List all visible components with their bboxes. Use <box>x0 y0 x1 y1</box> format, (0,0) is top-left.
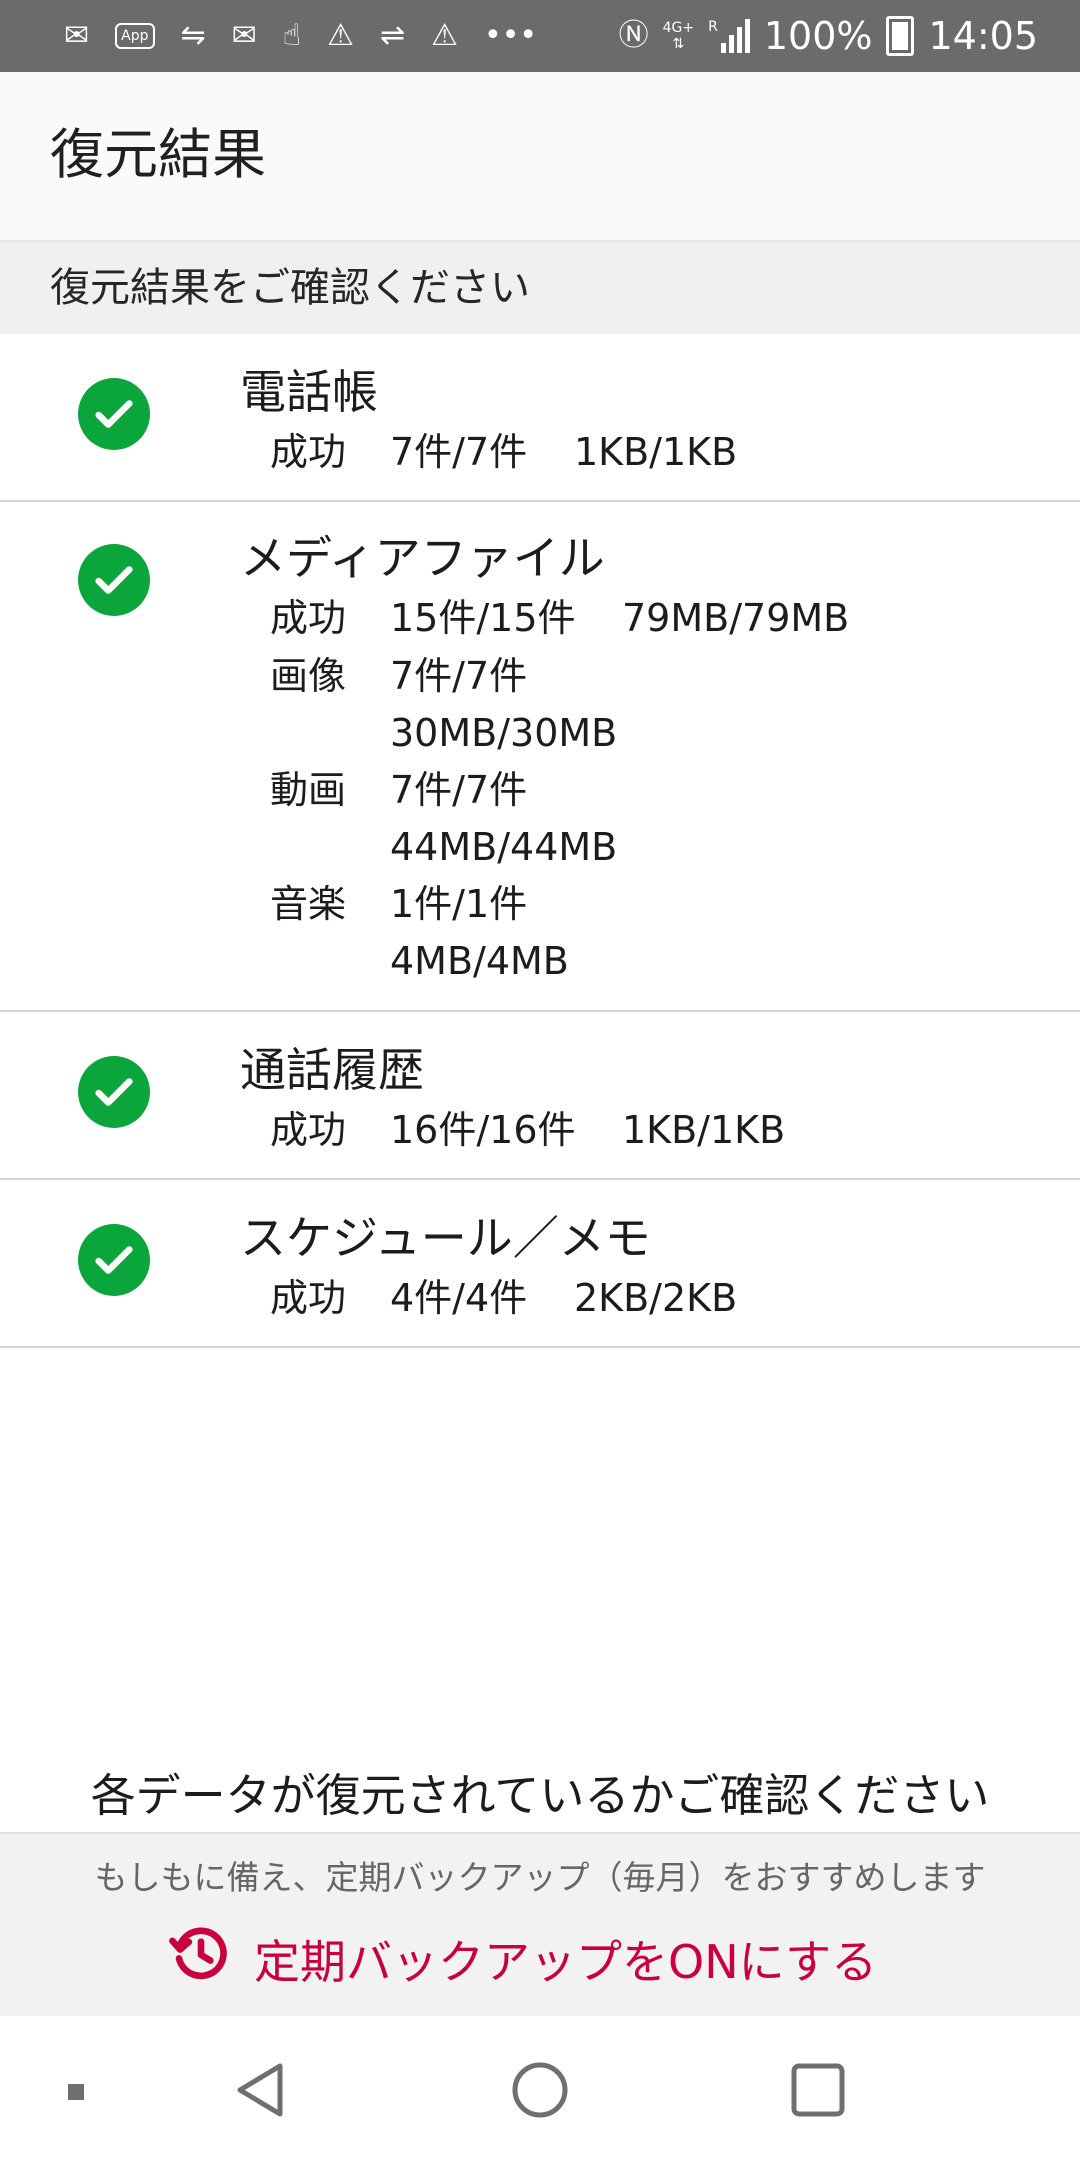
usb-icon: ⇌ <box>379 18 406 53</box>
result-size: 1KB/1KB <box>574 430 738 474</box>
breakdown-count-images: 7件/7件 <box>390 654 528 698</box>
more-notifications-icon: ••• <box>484 18 538 53</box>
app-notification-icon: App <box>115 23 155 49</box>
result-title: 通話履歴 <box>240 1043 424 1097</box>
history-clock-icon <box>168 1921 234 1998</box>
status-bar: ✉ App ⇋ ✉ ☝ ⚠ ⇌ ⚠ ••• Ⓝ 4G+ ⇅ R 100% 14:0… <box>0 0 1080 72</box>
navigation-bar <box>0 2016 1080 2160</box>
breakdown-label-videos: 動画 <box>270 768 347 812</box>
subheader-text: 復元結果をご確認ください <box>50 265 530 311</box>
result-size: 1KB/1KB <box>622 1108 786 1152</box>
nfc-icon: Ⓝ <box>618 18 649 53</box>
roaming-badge: R <box>708 19 718 35</box>
app-bar: 復元結果 <box>0 72 1080 242</box>
breakdown-label-music: 音楽 <box>270 882 347 926</box>
warning-icon: ⚠ <box>327 18 354 53</box>
breakdown-size-images: 30MB/30MB <box>390 711 618 755</box>
clock: 14:05 <box>928 14 1038 58</box>
result-count: 7件/7件 <box>390 430 528 474</box>
result-count: 4件/4件 <box>390 1276 528 1320</box>
backup-suggestion-note: もしもに備え、定期バックアップ（毎月）をおすすめします <box>94 1858 986 1897</box>
breakdown-count-music: 1件/1件 <box>390 882 528 926</box>
check-circle-icon <box>78 544 150 616</box>
check-circle-icon <box>78 378 150 450</box>
result-title: スケジュール／メモ <box>240 1211 651 1265</box>
page-title: 復元結果 <box>50 123 266 186</box>
result-title: 電話帳 <box>240 365 378 419</box>
menu-dot-icon[interactable] <box>66 2082 86 2102</box>
result-item-contacts: 電話帳 成功 7件/7件 1KB/1KB <box>0 334 1080 502</box>
enable-scheduled-backup-button[interactable]: 定期バックアップをONにする <box>168 1926 877 1992</box>
backup-suggestion-panel: もしもに備え、定期バックアップ（毎月）をおすすめします 定期バックアップをONに… <box>0 1832 1080 2018</box>
breakdown-size-videos: 44MB/44MB <box>390 825 618 869</box>
result-size: 79MB/79MB <box>622 596 850 640</box>
system-icons: Ⓝ 4G+ ⇅ R 100% 14:05 <box>619 12 1038 60</box>
network-type-badge: 4G+ ⇅ <box>662 20 695 52</box>
back-icon[interactable] <box>232 2060 288 2120</box>
breakdown-count-videos: 7件/7件 <box>390 768 528 812</box>
mail-icon: ✉ <box>64 18 90 53</box>
battery-charging-icon <box>886 16 915 56</box>
breakdown-label-images: 画像 <box>270 654 347 698</box>
warning-icon: ⚠ <box>431 18 459 53</box>
result-size: 2KB/2KB <box>574 1276 738 1320</box>
restore-result-list: 電話帳 成功 7件/7件 1KB/1KB メディアファイル 成功 15件/15件… <box>0 334 1080 1348</box>
result-item-call-log: 通話履歴 成功 16件/16件 1KB/1KB <box>0 1012 1080 1180</box>
gesture-icon: ☝ <box>282 18 302 53</box>
home-icon[interactable] <box>510 2060 570 2120</box>
notification-icons: ✉ App ⇋ ✉ ☝ ⚠ ⇌ ⚠ ••• <box>64 12 537 60</box>
recents-icon[interactable] <box>788 2060 848 2120</box>
battery-percent: 100% <box>763 14 873 58</box>
result-status-label: 成功 <box>270 596 347 640</box>
result-status-label: 成功 <box>270 1108 347 1152</box>
confirm-message: 各データが復元されているかご確認ください <box>90 1769 990 1822</box>
result-status-label: 成功 <box>270 1276 347 1320</box>
network-type-label: 4G+ <box>662 20 695 36</box>
check-circle-icon <box>78 1224 150 1296</box>
result-item-schedule-memo: スケジュール／メモ 成功 4件/4件 2KB/2KB <box>0 1180 1080 1348</box>
result-count: 16件/16件 <box>390 1108 576 1152</box>
result-count: 15件/15件 <box>390 596 576 640</box>
result-status-label: 成功 <box>270 430 347 474</box>
enable-scheduled-backup-label: 定期バックアップをONにする <box>254 1935 878 1989</box>
result-item-media: メディアファイル 成功 15件/15件 79MB/79MB 画像 7件/7件 3… <box>0 502 1080 1012</box>
signal-icon: R <box>708 19 750 53</box>
message-icon: ✉ <box>231 18 257 53</box>
breakdown-size-music: 4MB/4MB <box>390 939 569 983</box>
subheader: 復元結果をご確認ください <box>0 242 1080 334</box>
check-circle-icon <box>78 1056 150 1128</box>
result-title: メディアファイル <box>240 531 605 585</box>
sync-icon: ⇋ <box>180 18 206 53</box>
